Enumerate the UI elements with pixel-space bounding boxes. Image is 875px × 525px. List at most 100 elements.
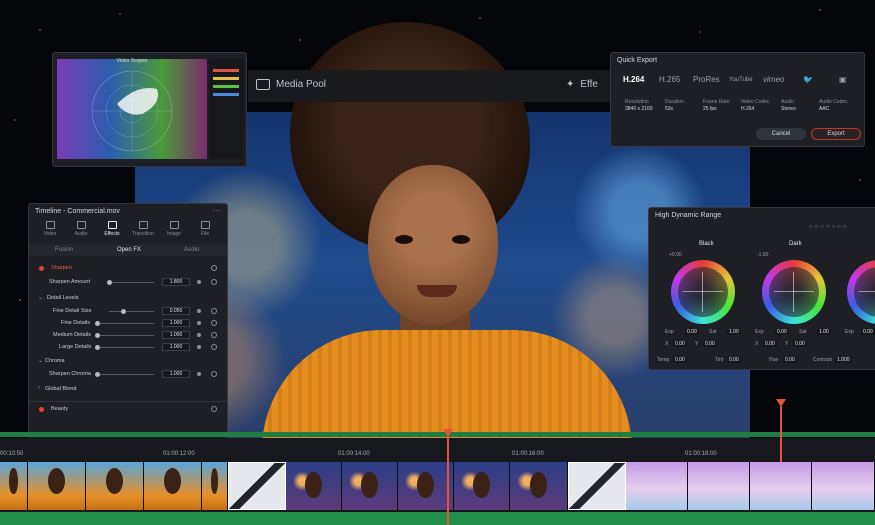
export-button[interactable]: Export [811, 128, 861, 140]
clip-thumbnail[interactable] [28, 462, 86, 510]
keyframe-icon[interactable] [197, 280, 201, 284]
slider-track[interactable] [99, 335, 154, 336]
tint-field[interactable]: 0.00 [727, 357, 741, 363]
subtab-open-fx[interactable]: Open FX [117, 247, 141, 253]
clip-thumbnail[interactable] [286, 462, 342, 510]
clip-thumbnail[interactable] [510, 462, 568, 510]
tab-vimeo[interactable]: vimeo [763, 75, 784, 84]
keyframe-icon[interactable] [197, 321, 201, 325]
reset-icon[interactable] [211, 344, 217, 350]
tab-h265[interactable]: H.265 [659, 75, 680, 84]
color-wheel-dark[interactable] [762, 260, 826, 324]
clip-thumbnail[interactable] [342, 462, 398, 510]
nav-effects[interactable]: ✦ Effe [566, 79, 598, 90]
clip-thumbnail[interactable] [750, 462, 812, 510]
playhead[interactable] [780, 406, 782, 462]
reset-icon[interactable] [211, 406, 217, 412]
tab-prores[interactable]: ProRes [693, 75, 720, 84]
audio-icon [76, 221, 86, 229]
tab-file[interactable]: File [190, 221, 220, 237]
temp-field[interactable]: 0.00 [673, 357, 687, 363]
black-x-field[interactable]: 0.00 [673, 341, 687, 347]
slider-track[interactable] [99, 323, 154, 324]
black-y-field[interactable]: 0.00 [703, 341, 717, 347]
fine-details-field[interactable]: 1.000 [162, 319, 190, 327]
section-chroma[interactable]: ⌄ Chroma [29, 356, 227, 367]
reset-icon[interactable] [211, 320, 217, 326]
clip-thumbnail[interactable] [398, 462, 454, 510]
tab-transition[interactable]: Transition [128, 221, 158, 237]
audio-track[interactable] [0, 512, 875, 525]
cancel-button[interactable]: Cancel [756, 128, 806, 140]
dark-exp-field[interactable]: 0.00 [775, 329, 789, 335]
medium-details-field[interactable]: 1.000 [162, 331, 190, 339]
section-sharpen[interactable]: Sharpen [29, 263, 227, 274]
section-global-blend[interactable]: › Global Blend [29, 384, 227, 395]
vectorscope-view[interactable]: Video Scopes [57, 58, 207, 159]
subtab-audio[interactable]: Audio [184, 247, 199, 253]
slider-track[interactable] [109, 311, 154, 312]
black-exp-field[interactable]: 0.00 [685, 329, 699, 335]
sharpen-amount-field[interactable]: 1.800 [162, 278, 190, 286]
hue-field[interactable]: 0.00 [783, 357, 797, 363]
reset-icon[interactable] [211, 308, 217, 314]
clip-thumbnail[interactable] [812, 462, 875, 510]
keyframe-icon[interactable] [197, 372, 201, 376]
slider-knob[interactable] [107, 280, 112, 285]
clip-thumbnail[interactable] [0, 462, 28, 510]
slider-track[interactable] [109, 282, 154, 283]
tab-h264[interactable]: H.264 [623, 75, 644, 84]
clip-thumbnail[interactable] [454, 462, 510, 510]
playhead[interactable] [447, 436, 449, 525]
zone-dots-icon[interactable]: ○○○○○○○ [809, 224, 848, 230]
section-detail-levels[interactable]: ⌄ Detail Levels [29, 293, 227, 304]
clip-thumbnail[interactable] [202, 462, 228, 510]
color-wheel-black[interactable] [671, 260, 735, 324]
slider-knob[interactable] [95, 321, 100, 326]
reset-icon[interactable] [211, 332, 217, 338]
twitter-icon[interactable]: 🐦 [803, 75, 813, 84]
transition-clip[interactable] [568, 462, 626, 510]
transition-clip[interactable] [228, 462, 286, 510]
enable-dot-icon[interactable] [39, 266, 44, 271]
enable-dot-icon[interactable] [39, 407, 44, 412]
slider-track[interactable] [99, 347, 154, 348]
slider-track[interactable] [99, 374, 154, 375]
color-wheel-third[interactable] [847, 260, 875, 324]
slider-knob[interactable] [121, 309, 126, 314]
tab-video[interactable]: Video [35, 221, 65, 237]
fine-detail-size-field[interactable]: 0.050 [162, 307, 190, 315]
timeline[interactable]: 00:10:50 01:00:12:00 01:00:14:00 01:00:1… [0, 438, 875, 525]
keyframe-icon[interactable] [197, 333, 201, 337]
sharpen-chroma-field[interactable]: 1.000 [162, 370, 190, 378]
contrast-field[interactable]: 1.000 [835, 357, 852, 363]
tab-audio[interactable]: Audio [66, 221, 96, 237]
clip-thumbnail[interactable] [688, 462, 750, 510]
reset-icon[interactable] [211, 371, 217, 377]
slider-knob[interactable] [95, 372, 100, 377]
large-details-field[interactable]: 1.000 [162, 343, 190, 351]
more-icon[interactable]: ··· [213, 206, 221, 215]
section-beauty[interactable]: Beauty [29, 401, 227, 412]
slider-knob[interactable] [95, 345, 100, 350]
tab-youtube[interactable]: YouTube [729, 77, 753, 83]
share-icon[interactable]: ▣ [839, 75, 847, 84]
dark-y-field[interactable]: 0.00 [793, 341, 807, 347]
reset-icon[interactable] [211, 265, 217, 271]
tab-effects[interactable]: Effects [97, 221, 127, 237]
subtab-fusion[interactable]: Fusion [55, 247, 73, 253]
black-sat-field[interactable]: 1.00 [727, 329, 741, 335]
third-exp-field[interactable]: 0.00 [861, 329, 875, 335]
clip-thumbnail[interactable] [144, 462, 202, 510]
dark-x-field[interactable]: 0.00 [763, 341, 777, 347]
keyframe-icon[interactable] [197, 345, 201, 349]
nav-media-pool[interactable]: Media Pool [256, 79, 326, 90]
keyframe-icon[interactable] [197, 309, 201, 313]
timeline-ruler[interactable]: 00:10:50 01:00:12:00 01:00:14:00 01:00:1… [0, 448, 875, 460]
dark-sat-field[interactable]: 1.00 [817, 329, 831, 335]
reset-icon[interactable] [211, 279, 217, 285]
clip-thumbnail[interactable] [86, 462, 144, 510]
slider-knob[interactable] [95, 333, 100, 338]
tab-image[interactable]: Image [159, 221, 189, 237]
clip-thumbnail[interactable] [626, 462, 688, 510]
